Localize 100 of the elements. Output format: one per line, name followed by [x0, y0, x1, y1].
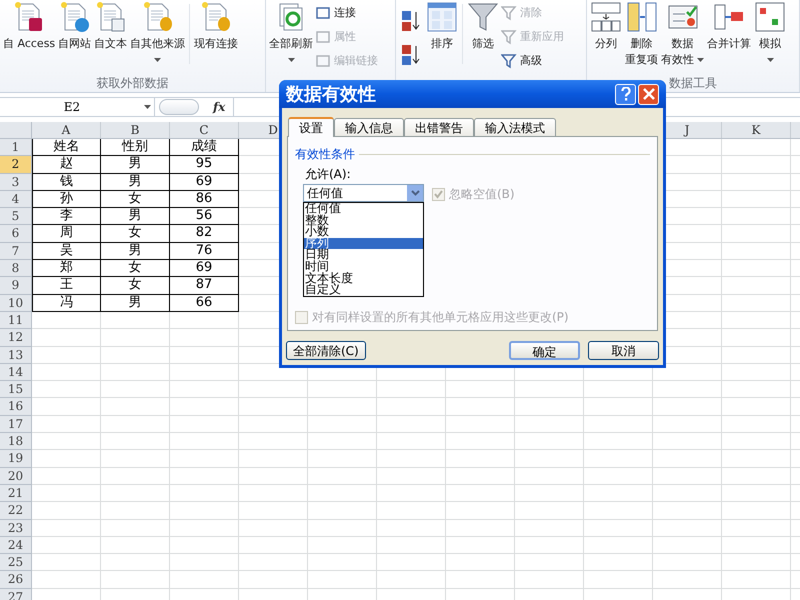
row-header[interactable]: 26 — [0, 571, 32, 589]
ribbon-button[interactable]: 自 Access — [2, 0, 56, 52]
table-cell: 69 — [170, 174, 239, 191]
ribbon-button[interactable]: 自其他来源 — [129, 0, 186, 62]
row-header[interactable]: 3 — [0, 174, 32, 191]
row-header[interactable]: 10 — [0, 294, 32, 312]
properties-icon — [315, 29, 331, 45]
table-cell: 95 — [170, 156, 239, 174]
row-header[interactable]: 7 — [0, 242, 32, 260]
table-cell: 76 — [170, 242, 239, 260]
ribbon-button[interactable]: 筛选 — [466, 0, 500, 52]
dropdown-option[interactable]: 自定义 — [304, 284, 423, 296]
column-header[interactable]: A — [32, 122, 101, 138]
row-header[interactable]: 24 — [0, 536, 32, 554]
ribbon-button[interactable]: 数据 有效性 — [660, 0, 705, 68]
row-header[interactable]: 15 — [0, 381, 32, 398]
close-button[interactable] — [638, 84, 659, 104]
ribbon-button[interactable]: 自网站 — [57, 0, 92, 52]
ribbon-button[interactable]: 分列 — [589, 0, 623, 52]
link-icon — [315, 53, 331, 69]
dropdown-option[interactable]: 小数 — [304, 226, 423, 238]
table-cell: 男 — [101, 242, 170, 260]
table-cell: 钱 — [32, 174, 101, 191]
table-cell: 冯 — [32, 294, 101, 312]
ribbon-button[interactable]: 模拟 — [753, 0, 787, 62]
dropdown-option[interactable]: 任何值 — [304, 203, 423, 215]
ribbon-button[interactable]: 排序 — [425, 0, 459, 52]
tab[interactable]: 设置 — [288, 117, 334, 137]
row-header[interactable]: 5 — [0, 208, 32, 226]
ribbon-button[interactable]: 现有连接 — [193, 0, 240, 52]
split-columns-icon — [590, 1, 622, 33]
clear-all-button[interactable]: 全部清除(C) — [286, 341, 366, 360]
table-cell: 86 — [170, 190, 239, 208]
table-cell: 女 — [101, 277, 170, 295]
column-header[interactable]: C — [170, 122, 239, 138]
row-header[interactable]: 8 — [0, 260, 32, 278]
row-header[interactable]: 16 — [0, 398, 32, 416]
table-cell: 82 — [170, 225, 239, 243]
tab[interactable]: 出错警告 — [404, 118, 474, 136]
reapply-icon — [501, 29, 517, 45]
dropdown-option[interactable]: 序列 — [304, 238, 423, 250]
table-cell: 女 — [101, 225, 170, 243]
row-header[interactable]: 4 — [0, 190, 32, 208]
row-header[interactable]: 19 — [0, 450, 32, 468]
name-box[interactable]: E2 — [0, 98, 155, 116]
tab[interactable]: 输入法模式 — [474, 118, 556, 136]
ribbon-button[interactable]: 自文本 — [93, 0, 128, 52]
sort-ascending-icon[interactable] — [401, 10, 421, 32]
cancel-button[interactable]: 取消 — [588, 341, 659, 360]
dropdown-option[interactable]: 日期 — [304, 249, 423, 261]
row-header[interactable]: 11 — [0, 312, 32, 330]
row-header[interactable]: 25 — [0, 554, 32, 572]
table-cell: 姓名 — [32, 139, 101, 156]
row-header[interactable]: 13 — [0, 346, 32, 364]
scenario-icon — [754, 1, 786, 33]
ribbon-small-button[interactable]: 高级 — [501, 52, 564, 70]
ribbon-group-label: 获取外部数据 — [96, 74, 168, 92]
row-header[interactable]: 21 — [0, 484, 32, 502]
caret-icon — [288, 58, 294, 62]
row-header[interactable]: 20 — [0, 468, 32, 485]
ribbon-button[interactable]: 删除 重复项 — [624, 0, 659, 68]
table-cell: 69 — [170, 260, 239, 278]
row-header[interactable]: 22 — [0, 502, 32, 520]
ribbon-button[interactable]: 全部刷新 — [268, 0, 314, 62]
ribbon-button[interactable]: 合并计算 — [706, 0, 752, 52]
ok-button[interactable]: 确定 — [509, 341, 580, 360]
row-header[interactable]: 18 — [0, 433, 32, 450]
dropdown-option[interactable]: 时间 — [304, 260, 423, 273]
table-cell: 87 — [170, 277, 239, 295]
chevron-down-icon — [410, 190, 420, 196]
row-header[interactable]: 23 — [0, 520, 32, 537]
sort-descending-icon[interactable] — [401, 44, 421, 66]
column-header[interactable]: B — [101, 122, 170, 138]
check-icon — [434, 190, 443, 198]
ribbon-group-label: 数据工具 — [669, 74, 717, 92]
insert-function-button[interactable]: fx — [213, 98, 226, 116]
ribbon-small-button[interactable]: 连接 — [315, 4, 378, 22]
row-header[interactable]: 9 — [0, 277, 32, 295]
allow-label: 允许(A): — [305, 166, 352, 183]
connection-icon — [315, 5, 331, 21]
row-header[interactable]: 14 — [0, 364, 32, 382]
dropdown-option[interactable]: 整数 — [304, 214, 423, 226]
row-header[interactable]: 2 — [0, 156, 32, 174]
table-cell: 成绩 — [170, 139, 239, 156]
table-cell: 孙 — [32, 190, 101, 208]
table-cell: 王 — [32, 277, 101, 295]
row-header[interactable]: 17 — [0, 416, 32, 434]
allow-select[interactable]: 任何值 — [303, 184, 424, 202]
clear-filter-icon — [501, 5, 517, 21]
dropdown-option[interactable]: 文本长度 — [304, 272, 423, 284]
help-icon — [620, 87, 630, 101]
row-header[interactable]: 12 — [0, 329, 32, 347]
column-header[interactable]: K — [722, 122, 791, 138]
row-header[interactable]: 6 — [0, 225, 32, 243]
help-button[interactable] — [615, 84, 636, 104]
table-cell: 男 — [101, 174, 170, 191]
remove-duplicates-icon — [626, 1, 658, 33]
row-header[interactable]: 1 — [0, 139, 32, 156]
advanced-filter-icon — [501, 53, 517, 69]
tab[interactable]: 输入信息 — [334, 118, 404, 136]
